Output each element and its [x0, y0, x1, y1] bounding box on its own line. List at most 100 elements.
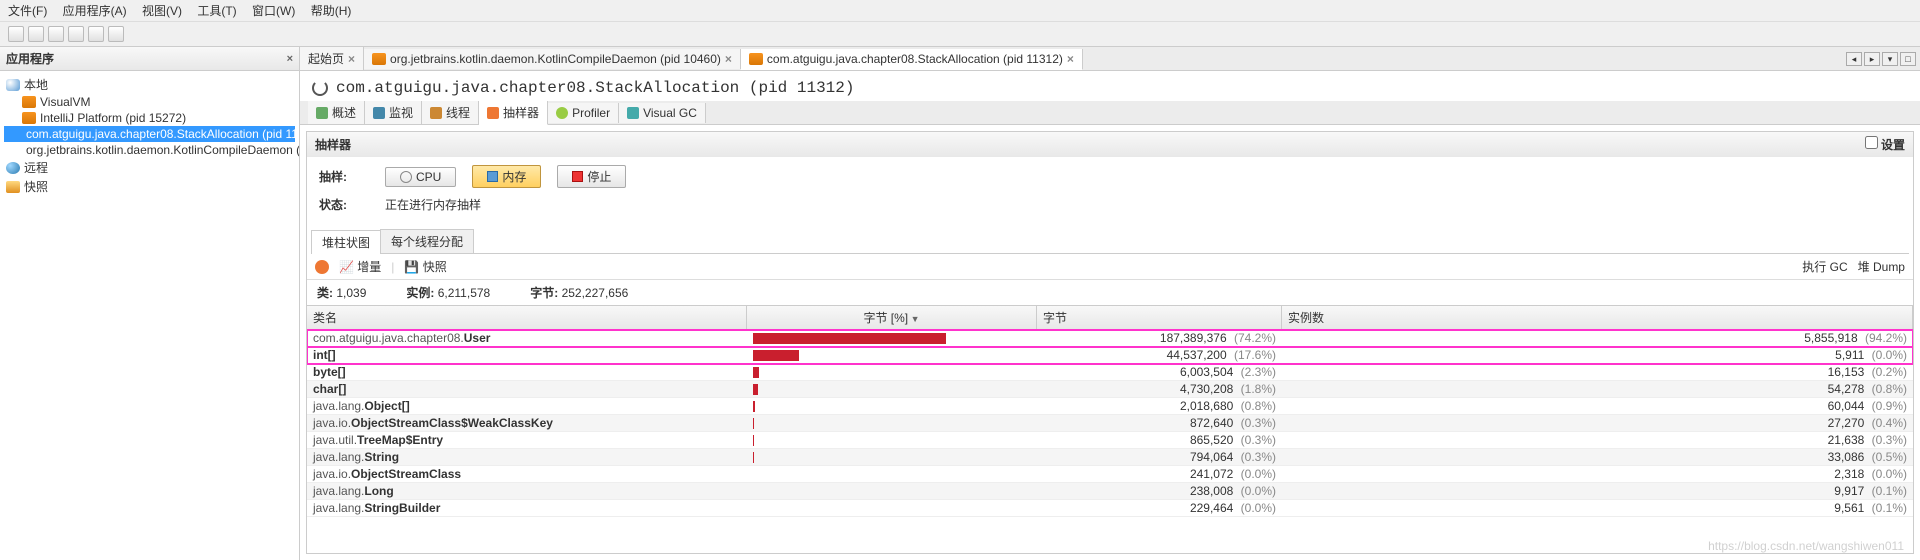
- threads-icon: [430, 107, 442, 119]
- gc-button[interactable]: 执行 GC: [1802, 258, 1847, 275]
- table-row[interactable]: java.lang.StringBuilder229,464 (0.0%)9,5…: [307, 500, 1913, 517]
- toolbar-btn-3[interactable]: [48, 26, 64, 42]
- settings-checkbox[interactable]: 设置: [1865, 136, 1905, 153]
- stop-button[interactable]: 停止: [557, 165, 626, 188]
- table-header: 类名 字节 [%] 字节 实例数: [307, 306, 1913, 330]
- sidebar-title: 应用程序 ×: [0, 47, 299, 71]
- overview-icon: [316, 107, 328, 119]
- close-icon[interactable]: ×: [1067, 52, 1074, 66]
- tab-histogram[interactable]: 堆柱状图: [311, 230, 381, 254]
- main-toolbar: [0, 22, 1920, 47]
- status-label: 状态:: [319, 196, 369, 213]
- delta-button[interactable]: 📈 增量: [339, 258, 381, 275]
- sampler-controls: 抽样: CPU 内存 停止 状态: 正在进行内存抽样: [307, 157, 1913, 229]
- cpu-button[interactable]: CPU: [385, 167, 456, 187]
- close-icon[interactable]: ×: [725, 52, 732, 66]
- cell-bar: [747, 381, 1037, 397]
- menu-view[interactable]: 视图(V): [142, 4, 182, 18]
- cell-bytes: 865,520 (0.3%): [1037, 432, 1282, 448]
- menu-app[interactable]: 应用程序(A): [63, 4, 127, 18]
- cell-classname: char[]: [307, 381, 747, 397]
- menu-file[interactable]: 文件(F): [8, 4, 47, 18]
- tab-profiler[interactable]: Profiler: [548, 103, 619, 123]
- cell-bar: [747, 364, 1037, 380]
- tree-visualvm[interactable]: VisualVM: [4, 94, 295, 110]
- tree-snapshot[interactable]: 快照: [4, 177, 295, 196]
- stat-classes: 类: 1,039: [317, 284, 366, 301]
- cell-classname: java.io.ObjectStreamClass$WeakClassKey: [307, 415, 747, 431]
- cell-bytes: 6,003,504 (2.3%): [1037, 364, 1282, 380]
- tab-perthread[interactable]: 每个线程分配: [380, 229, 474, 253]
- dropdown-icon[interactable]: ▾: [1882, 52, 1898, 66]
- stat-instances: 实例: 6,211,578: [406, 284, 490, 301]
- menu-tools[interactable]: 工具(T): [197, 4, 236, 18]
- scroll-right-icon[interactable]: ▸: [1864, 52, 1880, 66]
- view-tabs: 概述 监视 线程 抽样器 Profiler Visual GC: [300, 101, 1920, 125]
- app-tree: 本地 VisualVM IntelliJ Platform (pid 15272…: [0, 71, 299, 200]
- status-value: 正在进行内存抽样: [385, 196, 481, 213]
- table-row[interactable]: byte[]6,003,504 (2.3%)16,153 (0.2%): [307, 364, 1913, 381]
- cell-instances: 9,917 (0.1%): [1282, 483, 1913, 499]
- tab-sampler[interactable]: 抽样器: [479, 101, 548, 125]
- editor-tabs: 起始页× org.jetbrains.kotlin.daemon.KotlinC…: [300, 47, 1920, 71]
- cell-instances: 5,855,918 (94.2%): [1282, 330, 1913, 346]
- table-row[interactable]: java.lang.Long238,008 (0.0%)9,917 (0.1%): [307, 483, 1913, 500]
- sampler-title: 抽样器 设置: [307, 132, 1913, 157]
- tab-monitor[interactable]: 监视: [365, 101, 422, 124]
- maximize-icon[interactable]: □: [1900, 52, 1916, 66]
- cell-instances: 16,153 (0.2%): [1282, 364, 1913, 380]
- tree-remote[interactable]: 远程: [4, 158, 295, 177]
- tab-threads[interactable]: 线程: [422, 101, 479, 124]
- sidebar-close-icon[interactable]: ×: [287, 53, 293, 65]
- tab-overview[interactable]: 概述: [308, 101, 365, 124]
- col-bytes[interactable]: 字节: [1037, 306, 1282, 329]
- toolbar-btn-5[interactable]: [88, 26, 104, 42]
- cell-bar: [747, 466, 1037, 482]
- tab-stackalloc[interactable]: com.atguigu.java.chapter08.StackAllocati…: [741, 49, 1083, 70]
- cell-instances: 33,086 (0.5%): [1282, 449, 1913, 465]
- visualgc-icon: [627, 107, 639, 119]
- earth-icon: [6, 162, 20, 174]
- table-body: com.atguigu.java.chapter08.User187,389,3…: [307, 330, 1913, 517]
- cell-bar: [747, 398, 1037, 414]
- tree-stackalloc[interactable]: com.atguigu.java.chapter08.StackAllocati…: [4, 126, 295, 142]
- cell-bytes: 2,018,680 (0.8%): [1037, 398, 1282, 414]
- table-row[interactable]: java.io.ObjectStreamClass241,072 (0.0%)2…: [307, 466, 1913, 483]
- stats-row: 类: 1,039 实例: 6,211,578 字节: 252,227,656: [307, 280, 1913, 305]
- close-icon[interactable]: ×: [348, 52, 355, 66]
- tree-local[interactable]: 本地: [4, 75, 295, 94]
- tree-kotlin[interactable]: org.jetbrains.kotlin.daemon.KotlinCompil…: [4, 142, 295, 158]
- table-row[interactable]: com.atguigu.java.chapter08.User187,389,3…: [307, 330, 1913, 347]
- content-area: 起始页× org.jetbrains.kotlin.daemon.KotlinC…: [300, 47, 1920, 560]
- settings-check[interactable]: [1865, 136, 1878, 149]
- toolbar-btn-4[interactable]: [68, 26, 84, 42]
- memory-button[interactable]: 内存: [472, 165, 541, 188]
- table-row[interactable]: java.util.TreeMap$Entry865,520 (0.3%)21,…: [307, 432, 1913, 449]
- reload-icon[interactable]: [312, 80, 328, 96]
- menu-help[interactable]: 帮助(H): [311, 4, 352, 18]
- cell-classname: com.atguigu.java.chapter08.User: [307, 330, 747, 346]
- tab-visualgc[interactable]: Visual GC: [619, 103, 706, 123]
- result-toolbar: 📈 增量 | 💾 快照 执行 GC 堆 Dump: [307, 254, 1913, 280]
- toolbar-btn-1[interactable]: [8, 26, 24, 42]
- table-row[interactable]: java.io.ObjectStreamClass$WeakClassKey87…: [307, 415, 1913, 432]
- tab-kotlin[interactable]: org.jetbrains.kotlin.daemon.KotlinCompil…: [364, 49, 741, 69]
- col-name[interactable]: 类名: [307, 306, 747, 329]
- col-instances[interactable]: 实例数: [1282, 306, 1913, 329]
- toolbar-btn-6[interactable]: [108, 26, 124, 42]
- toolbar-btn-2[interactable]: [28, 26, 44, 42]
- host-icon: [6, 79, 20, 91]
- table-row[interactable]: java.lang.String794,064 (0.3%)33,086 (0.…: [307, 449, 1913, 466]
- scroll-left-icon[interactable]: ◂: [1846, 52, 1862, 66]
- heapdump-button[interactable]: 堆 Dump: [1858, 258, 1905, 275]
- cell-instances: 2,318 (0.0%): [1282, 466, 1913, 482]
- table-row[interactable]: char[]4,730,208 (1.8%)54,278 (0.8%): [307, 381, 1913, 398]
- table-row[interactable]: java.lang.Object[]2,018,680 (0.8%)60,044…: [307, 398, 1913, 415]
- tree-intellij[interactable]: IntelliJ Platform (pid 15272): [4, 110, 295, 126]
- refresh-icon[interactable]: [315, 260, 329, 274]
- menu-window[interactable]: 窗口(W): [252, 4, 295, 18]
- tab-start[interactable]: 起始页×: [300, 47, 364, 70]
- col-bytes-pct[interactable]: 字节 [%]: [747, 306, 1037, 329]
- table-row[interactable]: int[]44,537,200 (17.6%)5,911 (0.0%): [307, 347, 1913, 364]
- snapshot-button[interactable]: 💾 快照: [404, 258, 446, 275]
